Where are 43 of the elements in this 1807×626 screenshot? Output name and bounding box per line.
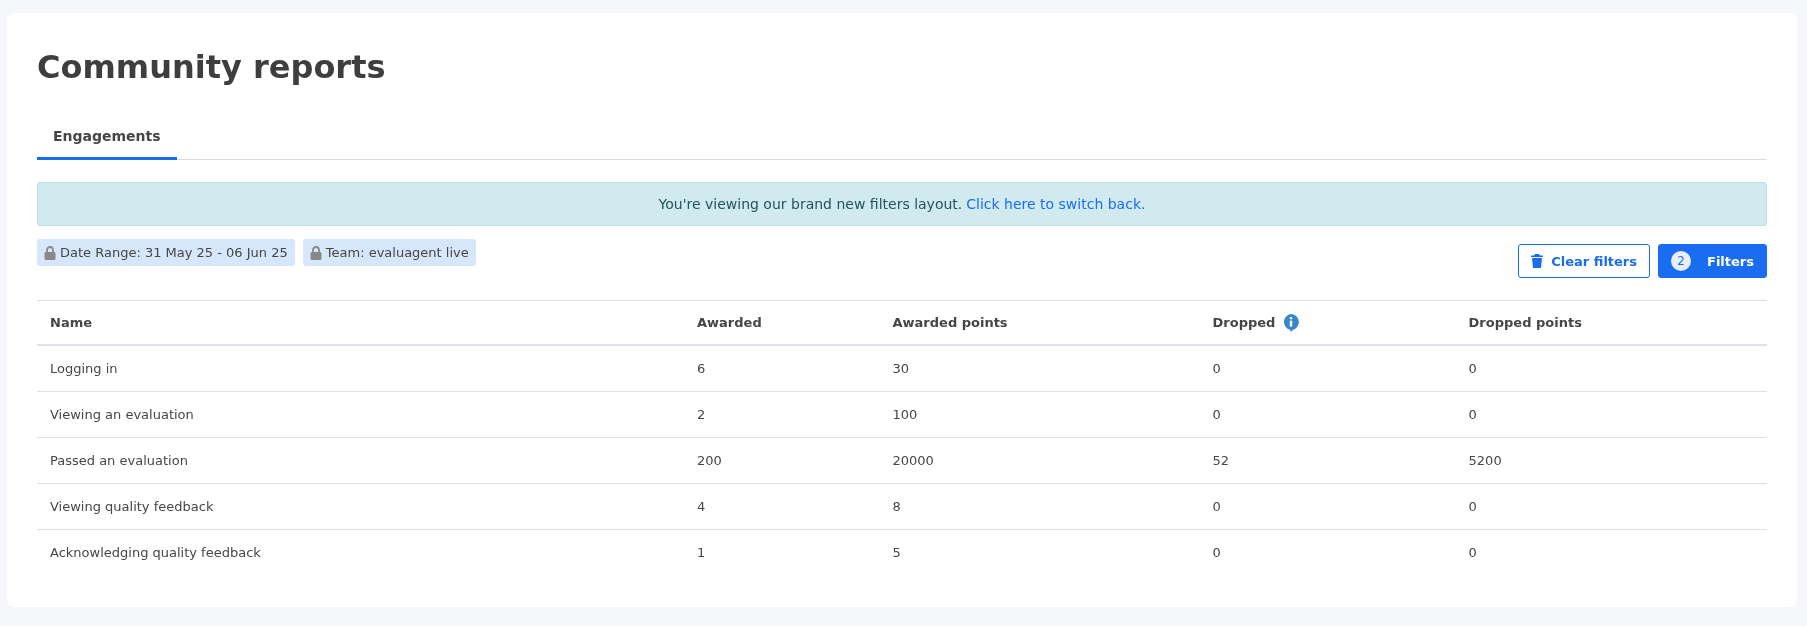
table-cell: 0 <box>1212 407 1221 423</box>
banner-text: You're viewing our brand new filters layout. <box>658 196 963 213</box>
info-icon[interactable] <box>1283 313 1300 332</box>
page-title: Community reports <box>37 48 387 87</box>
column-header: Dropped points <box>1468 315 1582 331</box>
filter-chip[interactable]: Date Range: 31 May 25 - 06 Jun 25 <box>37 239 295 267</box>
table-cell: 5 <box>892 545 901 561</box>
clear-filters-button[interactable]: Clear filters <box>1518 244 1650 279</box>
table-cell: 4 <box>697 499 706 515</box>
column-header: Awarded <box>697 315 762 331</box>
table-cell: Logging in <box>50 361 118 377</box>
table-cell: 1 <box>697 545 706 561</box>
table-cell: Viewing quality feedback <box>50 499 214 515</box>
chip-label: Date Range: 31 May 25 - 06 Jun 25 <box>60 245 288 261</box>
table-cell: 30 <box>892 361 910 377</box>
column-header: Awarded points <box>892 315 1008 331</box>
table-cell: 20000 <box>892 453 934 469</box>
table-cell: 2 <box>697 407 706 423</box>
column-header: Dropped <box>1212 315 1276 331</box>
table-cell: 0 <box>1468 545 1477 561</box>
table-cell: 0 <box>1212 499 1221 515</box>
column-header: Name <box>50 315 92 331</box>
filter-chip[interactable]: Team: evaluagent live <box>302 239 476 267</box>
table-cell: 0 <box>1468 499 1477 515</box>
table-cell: Acknowledging quality feedback <box>50 545 261 561</box>
table-cell: 0 <box>1468 407 1477 423</box>
chip-label: Team: evaluagent live <box>325 245 469 261</box>
filter-count-badge: 2 <box>1671 251 1691 272</box>
table-cell: 0 <box>1468 361 1477 377</box>
table-cell: 52 <box>1212 453 1230 469</box>
tab[interactable]: Engagements <box>37 116 177 161</box>
table-cell: 100 <box>892 407 918 423</box>
table-cell: 200 <box>697 453 722 469</box>
table-cell: Viewing an evaluation <box>50 407 194 423</box>
table-cell: 0 <box>1212 361 1221 377</box>
switch-back-link[interactable]: Click here to switch back. <box>966 196 1146 213</box>
trash-icon <box>1531 254 1544 269</box>
table-cell: 5200 <box>1468 453 1502 469</box>
filters-button[interactable]: 2 Filters <box>1658 244 1767 279</box>
table-cell: 0 <box>1212 545 1221 561</box>
table-cell: Passed an evaluation <box>50 453 188 469</box>
table-cell: 6 <box>697 361 706 377</box>
table-cell: 8 <box>892 499 901 515</box>
